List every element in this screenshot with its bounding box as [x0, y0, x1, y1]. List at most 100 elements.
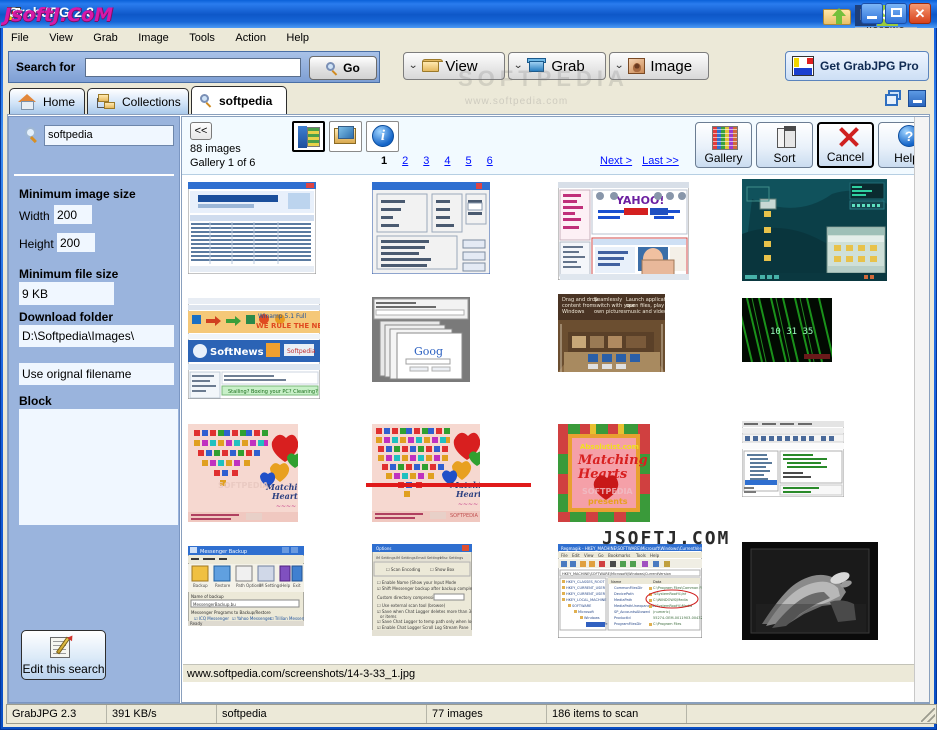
search-input[interactable]: [85, 58, 301, 77]
info-icon: i: [372, 125, 394, 147]
height-input[interactable]: [57, 233, 95, 252]
svg-text:☑ Shift Messenger backup after: ☑ Shift Messenger backup after backup co…: [377, 586, 472, 591]
search-label: Search for: [16, 60, 76, 74]
status-search-name: softpedia: [217, 705, 427, 723]
view-mode-slideshow-button[interactable]: [292, 121, 325, 152]
svg-text:HKEY_CURRENT_USER: HKEY_CURRENT_USER: [566, 586, 606, 590]
restore-child-window-button[interactable]: [885, 90, 903, 107]
maximize-button[interactable]: [885, 3, 907, 24]
sort-button-label: Sort: [773, 151, 796, 165]
window-title: GrabJPG 2.3: [8, 4, 95, 20]
block-textarea[interactable]: [19, 409, 178, 525]
close-button[interactable]: ✕: [909, 3, 931, 24]
svg-text:HKEY_LOCAL_MACHINE: HKEY_LOCAL_MACHINE: [566, 598, 606, 602]
menu-item-file[interactable]: File: [3, 29, 37, 46]
thumbnail-item[interactable]: Regmagik - HKEY_MACHINE\SOFTWARE\Microso…: [557, 543, 710, 643]
svg-text:IM Settings: IM Settings: [376, 556, 396, 560]
svg-text:CommonFilesDir: CommonFilesDir: [614, 586, 643, 590]
minimize-child-window-button[interactable]: [908, 90, 926, 107]
go-button[interactable]: Go: [309, 56, 377, 80]
svg-text:Stalling? Boxing your PC? Cl: Stalling? Boxing your PC? Cleaning?: [228, 389, 318, 395]
thumbnail-item[interactable]: [187, 181, 317, 279]
width-input[interactable]: [54, 205, 92, 224]
svg-text:HKEY_CURRENT_USER: HKEY_CURRENT_USER: [566, 592, 606, 596]
tab-collections[interactable]: Collections: [87, 88, 189, 114]
resize-grip-icon[interactable]: [921, 708, 935, 722]
gallery-index-label: Gallery 1 of 6: [190, 157, 256, 169]
gallery-button[interactable]: Gallery: [695, 122, 752, 168]
search-settings-sidebar: softpedia Minimum image size Width Heigh…: [8, 116, 180, 703]
thumbnail-image: Options IM Settings IM Settings Email Set…: [371, 543, 511, 637]
svg-text:Absolutist.com: Absolutist.com: [580, 443, 639, 451]
svg-text:Exit: Exit: [293, 583, 301, 588]
menu-item-tools[interactable]: Tools: [181, 29, 223, 46]
tab-softpedia-label: softpedia: [219, 93, 273, 108]
search-panel: Search for Go: [8, 51, 380, 83]
menu-item-action[interactable]: Action: [227, 29, 274, 46]
thumbnail-item[interactable]: Matching Hearts ~~~~ SOFTPEDIA: [188, 424, 309, 527]
min-file-size-label: Minimum file size: [19, 267, 119, 281]
grab-button[interactable]: ⌄ Grab: [508, 52, 606, 80]
sort-button[interactable]: Sort: [756, 122, 813, 168]
svg-text:Help: Help: [650, 553, 660, 558]
page-link-3[interactable]: 3: [423, 155, 429, 167]
grabjpg-window: GrabJPG 2.3 JsoftJ.CoM N S HOSTING ✕ Fil…: [0, 0, 937, 730]
thumbnail-item[interactable]: Winamp 5.1 Full WE RULE THE NET! SoftNew…: [187, 297, 330, 404]
next-page-link[interactable]: Next >: [600, 155, 632, 167]
thumbnail-item[interactable]: [742, 542, 878, 645]
page-link-2[interactable]: 2: [402, 155, 408, 167]
page-link-4[interactable]: 4: [444, 155, 450, 167]
chevron-down-icon: ⌄: [513, 60, 524, 71]
page-link-5[interactable]: 5: [466, 155, 472, 167]
get-pro-label: Get GrabJPG Pro: [820, 59, 919, 73]
view-button[interactable]: ⌄ View: [403, 52, 505, 80]
minimize-button[interactable]: [861, 3, 883, 24]
thumbnail-item[interactable]: Absolutist.com Matching Hearts SOFTPEDIA…: [558, 424, 650, 527]
gallery-scrollbar[interactable]: [914, 117, 929, 702]
view-mode-info-button[interactable]: i: [366, 121, 399, 152]
svg-text:☐ Enable Name (Show your Input: ☐ Enable Name (Show your Input Mode: [377, 580, 457, 585]
thumbnail-image: Winamp 5.1 Full WE RULE THE NET! SoftNew…: [187, 297, 330, 400]
thumbnail-item[interactable]: Options IM Settings IM Settings Email Set…: [371, 543, 511, 641]
thumbnail-item[interactable]: [742, 179, 887, 286]
menu-item-image[interactable]: Image: [130, 29, 177, 46]
image-button-label: Image: [650, 57, 693, 75]
thumbnail-item[interactable]: Drag and drop content from Windows Seamles…: [558, 294, 676, 377]
thumbnail-item[interactable]: Matching Hearts ~~~~ SOFTPEDIA: [372, 424, 493, 527]
get-grabjpg-pro-button[interactable]: Get GrabJPG Pro: [785, 51, 929, 81]
thumbnail-item[interactable]: [371, 181, 491, 279]
min-file-size-input[interactable]: [19, 282, 114, 305]
edit-this-search-button[interactable]: Edit this search: [21, 630, 106, 680]
page-link-1[interactable]: 1: [381, 155, 387, 167]
image-button[interactable]: ⌄ Image: [609, 52, 709, 80]
page-link-6[interactable]: 6: [487, 155, 493, 167]
svg-text:☑ Trillian Messenger: ☑ Trillian Messenger: [270, 616, 304, 621]
tab-home[interactable]: Home: [9, 88, 85, 114]
menu-item-help[interactable]: Help: [278, 29, 317, 46]
svg-text:Options: Options: [376, 546, 391, 551]
sidebar-search-value[interactable]: softpedia: [44, 125, 174, 146]
back-button[interactable]: <<: [190, 122, 212, 140]
thumbnail-item[interactable]: 10 31 35: [735, 293, 835, 367]
view-mode-catalog-button[interactable]: [329, 121, 362, 152]
svg-text:Messenger Programs to Backup/R: Messenger Programs to Backup/Restore: [191, 610, 271, 615]
thumbnail-item[interactable]: YAHOO!: [557, 181, 690, 285]
mdi-window-controls: [885, 90, 926, 107]
cancel-button[interactable]: Cancel: [817, 122, 874, 168]
menu-item-grab[interactable]: Grab: [85, 29, 125, 46]
menu-item-view[interactable]: View: [41, 29, 81, 46]
thumbnail-item[interactable]: Messenger Backup Backup Restore Path Opt…: [187, 545, 311, 631]
svg-text:☑ Enable Chat Logger Scroll Lo: ☑ Enable Chat Logger Scroll Log Stream P…: [377, 625, 469, 630]
edit-this-search-label: Edit this search: [22, 662, 105, 676]
svg-text:☐ Show Box: ☐ Show Box: [430, 567, 455, 572]
thumbnail-item[interactable]: Goog: [372, 297, 470, 387]
svg-text:SOFTPEDIA: SOFTPEDIA: [450, 513, 478, 519]
download-folder-input[interactable]: [19, 325, 174, 347]
last-page-link[interactable]: Last >>: [642, 155, 679, 167]
filename-option-input[interactable]: [19, 363, 174, 385]
svg-text:SOFTPEDIA: SOFTPEDIA: [218, 481, 269, 490]
folder-icon: [422, 59, 444, 73]
status-items-to-scan: 186 items to scan: [547, 705, 687, 723]
tab-softpedia[interactable]: softpedia: [191, 86, 287, 114]
thumbnail-item[interactable]: [741, 420, 845, 502]
